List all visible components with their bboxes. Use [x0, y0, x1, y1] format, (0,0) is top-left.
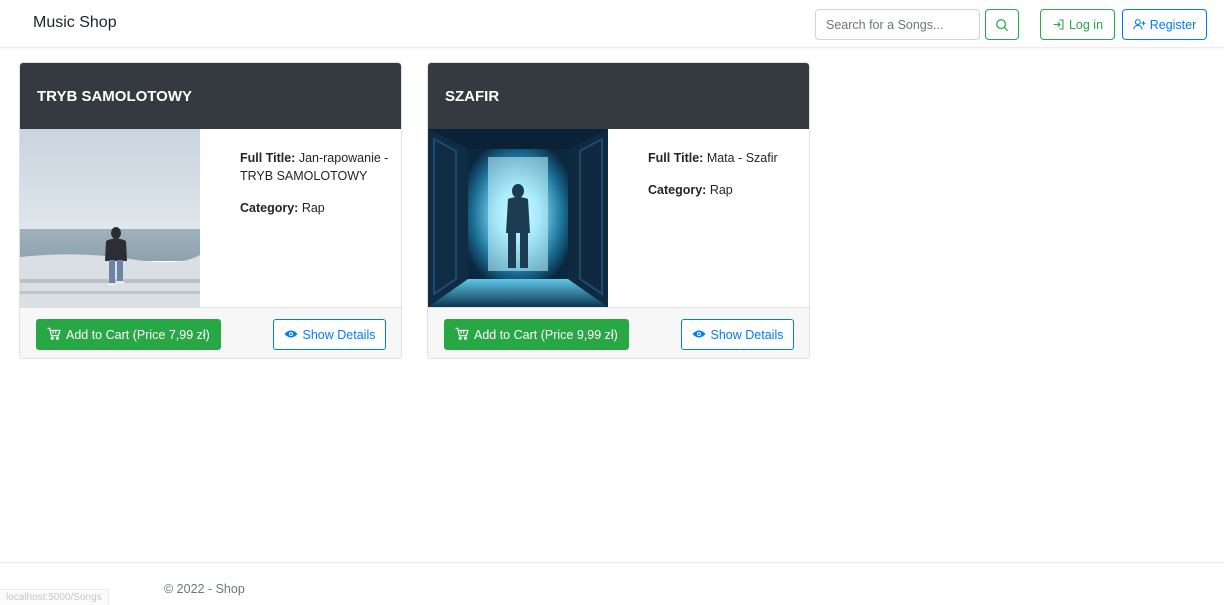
add-to-cart-button[interactable]: Add to Cart (Price 9,99 zł)	[444, 319, 629, 350]
login-icon	[1052, 18, 1065, 31]
footer-copyright: © 2022 - Shop	[164, 582, 245, 596]
login-button[interactable]: Log in	[1040, 9, 1115, 40]
product-info: Full Title: Jan-rapowanie - TRYB SAMOLOT…	[240, 149, 390, 231]
product-card: SZAFIR Full Title: Mata - Szafir Categor…	[427, 62, 810, 359]
card-header: SZAFIR	[428, 63, 809, 129]
card-header: TRYB SAMOLOTOWY	[20, 63, 401, 129]
product-image	[428, 129, 608, 307]
add-to-cart-label: Add to Cart (Price 9,99 zł)	[474, 327, 618, 342]
show-details-button[interactable]: Show Details	[273, 319, 386, 350]
brand-logo[interactable]: Music Shop	[33, 14, 117, 32]
show-details-button[interactable]: Show Details	[681, 319, 794, 350]
search-input[interactable]	[815, 9, 980, 40]
user-plus-icon	[1133, 18, 1146, 31]
full-title-label: Full Title:	[648, 151, 704, 165]
category-value: Rap	[301, 201, 325, 215]
cart-icon	[455, 327, 469, 343]
eye-icon	[691, 328, 706, 342]
search-icon	[995, 18, 1009, 32]
category-label: Category:	[648, 183, 707, 197]
full-title-value: Mata - Szafir	[706, 151, 778, 165]
category-value: Rap	[709, 183, 733, 197]
product-card: TRYB SAMOLOTOWY Full Title: Jan-rapowani…	[19, 62, 402, 359]
card-footer: Add to Cart (Price 7,99 zł) Show Details	[20, 307, 401, 358]
navbar: Music Shop Log in Register	[0, 0, 1224, 48]
category-row: Category: Rap	[240, 199, 390, 217]
footer-divider	[0, 562, 1224, 563]
add-to-cart-button[interactable]: Add to Cart (Price 7,99 zł)	[36, 319, 221, 350]
full-title-row: Full Title: Mata - Szafir	[648, 149, 798, 167]
card-title: SZAFIR	[445, 88, 500, 105]
eye-icon	[283, 328, 298, 342]
card-footer: Add to Cart (Price 9,99 zł) Show Details	[428, 307, 809, 358]
add-to-cart-label: Add to Cart (Price 7,99 zł)	[66, 327, 210, 342]
product-image	[20, 129, 200, 307]
register-button[interactable]: Register	[1122, 9, 1207, 40]
login-label: Log in	[1068, 17, 1104, 32]
status-bar-url: localhost:5000/Songs	[0, 589, 109, 605]
cart-icon	[47, 327, 61, 343]
category-row: Category: Rap	[648, 181, 798, 199]
register-label: Register	[1149, 17, 1197, 32]
category-label: Category:	[240, 201, 299, 215]
full-title-row: Full Title: Jan-rapowanie - TRYB SAMOLOT…	[240, 149, 390, 185]
search-button[interactable]	[985, 9, 1019, 40]
show-details-label: Show Details	[302, 327, 376, 342]
card-title: TRYB SAMOLOTOWY	[37, 88, 192, 105]
full-title-label: Full Title:	[240, 151, 296, 165]
product-info: Full Title: Mata - Szafir Category: Rap	[648, 149, 798, 213]
show-details-label: Show Details	[710, 327, 784, 342]
